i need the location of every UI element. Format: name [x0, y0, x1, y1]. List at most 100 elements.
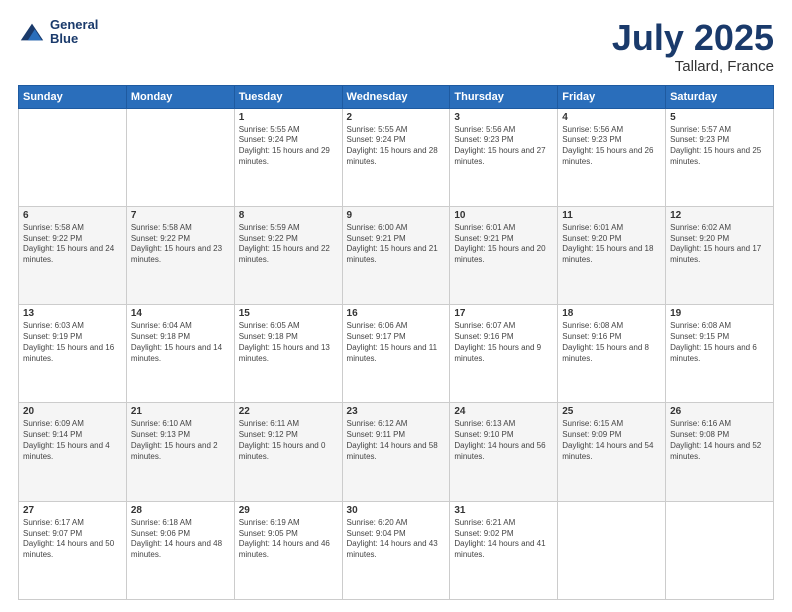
day-number: 22: [239, 406, 338, 417]
calendar-cell: 12 Sunrise: 6:02 AM Sunset: 9:20 PM Dayli…: [666, 206, 774, 304]
calendar-cell: 18 Sunrise: 6:08 AM Sunset: 9:16 PM Dayli…: [558, 305, 666, 403]
day-number: 11: [562, 210, 661, 221]
day-number: 1: [239, 112, 338, 123]
day-number: 10: [454, 210, 553, 221]
cell-content: Sunrise: 6:08 AM Sunset: 9:15 PM Dayligh…: [670, 321, 769, 364]
cell-content: Sunrise: 5:58 AM Sunset: 9:22 PM Dayligh…: [131, 223, 230, 266]
day-number: 27: [23, 505, 122, 516]
title-block: July 2025 Tallard, France: [612, 18, 774, 75]
cell-content: Sunrise: 6:02 AM Sunset: 9:20 PM Dayligh…: [670, 223, 769, 266]
day-number: 26: [670, 406, 769, 417]
day-number: 4: [562, 112, 661, 123]
cell-content: Sunrise: 6:18 AM Sunset: 9:06 PM Dayligh…: [131, 518, 230, 561]
day-number: 3: [454, 112, 553, 123]
calendar-cell: 3 Sunrise: 5:56 AM Sunset: 9:23 PM Daylig…: [450, 108, 558, 206]
day-number: 8: [239, 210, 338, 221]
calendar-cell: 11 Sunrise: 6:01 AM Sunset: 9:20 PM Dayli…: [558, 206, 666, 304]
cell-content: Sunrise: 6:11 AM Sunset: 9:12 PM Dayligh…: [239, 419, 338, 462]
calendar-cell: 21Sunrise: 6:10 AM Sunset: 9:13 PM Dayli…: [126, 403, 234, 501]
cell-content: Sunrise: 6:21 AM Sunset: 9:02 PM Dayligh…: [454, 518, 553, 561]
cell-content: Sunrise: 6:16 AM Sunset: 9:08 PM Dayligh…: [670, 419, 769, 462]
calendar-cell: 2Sunrise: 5:55 AM Sunset: 9:24 PM Daylig…: [342, 108, 450, 206]
cell-content: Sunrise: 6:07 AM Sunset: 9:16 PM Dayligh…: [454, 321, 553, 364]
calendar-cell: 25 Sunrise: 6:15 AM Sunset: 9:09 PM Dayli…: [558, 403, 666, 501]
calendar-cell: 24 Sunrise: 6:13 AM Sunset: 9:10 PM Dayli…: [450, 403, 558, 501]
day-number: 9: [347, 210, 446, 221]
calendar-week-row: 6 Sunrise: 5:58 AM Sunset: 9:22 PM Daylig…: [19, 206, 774, 304]
calendar-cell: 26 Sunrise: 6:16 AM Sunset: 9:08 PM Dayli…: [666, 403, 774, 501]
day-number: 13: [23, 308, 122, 319]
calendar-cell: 10 Sunrise: 6:01 AM Sunset: 9:21 PM Dayli…: [450, 206, 558, 304]
day-number: 19: [670, 308, 769, 319]
cell-content: Sunrise: 6:05 AM Sunset: 9:18 PM Dayligh…: [239, 321, 338, 364]
calendar-cell: [19, 108, 127, 206]
cell-content: Sunrise: 6:15 AM Sunset: 9:09 PM Dayligh…: [562, 419, 661, 462]
day-number: 23: [347, 406, 446, 417]
logo-line1: General: [50, 18, 98, 32]
calendar-cell: 5Sunrise: 5:57 AM Sunset: 9:23 PM Daylig…: [666, 108, 774, 206]
weekday-header: Sunday: [19, 85, 127, 108]
cell-content: Sunrise: 5:58 AM Sunset: 9:22 PM Dayligh…: [23, 223, 122, 266]
day-number: 29: [239, 505, 338, 516]
day-number: 31: [454, 505, 553, 516]
cell-content: Sunrise: 6:13 AM Sunset: 9:10 PM Dayligh…: [454, 419, 553, 462]
calendar-week-row: 20Sunrise: 6:09 AM Sunset: 9:14 PM Dayli…: [19, 403, 774, 501]
cell-content: Sunrise: 6:01 AM Sunset: 9:20 PM Dayligh…: [562, 223, 661, 266]
logo-line2: Blue: [50, 32, 98, 46]
calendar-cell: 31 Sunrise: 6:21 AM Sunset: 9:02 PM Dayli…: [450, 501, 558, 599]
day-number: 15: [239, 308, 338, 319]
day-number: 7: [131, 210, 230, 221]
calendar-cell: 4Sunrise: 5:56 AM Sunset: 9:23 PM Daylig…: [558, 108, 666, 206]
calendar-cell: 1 Sunrise: 5:55 AM Sunset: 9:24 PM Daylig…: [234, 108, 342, 206]
logo: General Blue: [18, 18, 98, 47]
calendar-cell: 17Sunrise: 6:07 AM Sunset: 9:16 PM Dayli…: [450, 305, 558, 403]
calendar-cell: 19 Sunrise: 6:08 AM Sunset: 9:15 PM Dayli…: [666, 305, 774, 403]
cell-content: Sunrise: 5:57 AM Sunset: 9:23 PM Dayligh…: [670, 125, 769, 168]
cell-content: Sunrise: 5:55 AM Sunset: 9:24 PM Dayligh…: [239, 125, 338, 168]
calendar-cell: [126, 108, 234, 206]
day-number: 16: [347, 308, 446, 319]
cell-content: Sunrise: 6:01 AM Sunset: 9:21 PM Dayligh…: [454, 223, 553, 266]
day-number: 20: [23, 406, 122, 417]
cell-content: Sunrise: 6:12 AM Sunset: 9:11 PM Dayligh…: [347, 419, 446, 462]
cell-content: Sunrise: 6:04 AM Sunset: 9:18 PM Dayligh…: [131, 321, 230, 364]
subtitle: Tallard, France: [612, 58, 774, 75]
calendar-cell: 28Sunrise: 6:18 AM Sunset: 9:06 PM Dayli…: [126, 501, 234, 599]
day-number: 21: [131, 406, 230, 417]
cell-content: Sunrise: 6:06 AM Sunset: 9:17 PM Dayligh…: [347, 321, 446, 364]
weekday-header: Wednesday: [342, 85, 450, 108]
calendar-cell: 30Sunrise: 6:20 AM Sunset: 9:04 PM Dayli…: [342, 501, 450, 599]
logo-text: General Blue: [50, 18, 98, 47]
header: General Blue July 2025 Tallard, France: [18, 18, 774, 75]
calendar-week-row: 13Sunrise: 6:03 AM Sunset: 9:19 PM Dayli…: [19, 305, 774, 403]
calendar-cell: 14 Sunrise: 6:04 AM Sunset: 9:18 PM Dayli…: [126, 305, 234, 403]
cell-content: Sunrise: 6:08 AM Sunset: 9:16 PM Dayligh…: [562, 321, 661, 364]
cell-content: Sunrise: 5:59 AM Sunset: 9:22 PM Dayligh…: [239, 223, 338, 266]
main-title: July 2025: [612, 18, 774, 58]
calendar-cell: 22 Sunrise: 6:11 AM Sunset: 9:12 PM Dayli…: [234, 403, 342, 501]
calendar: SundayMondayTuesdayWednesdayThursdayFrid…: [18, 85, 774, 600]
logo-icon: [18, 18, 46, 46]
weekday-header: Tuesday: [234, 85, 342, 108]
day-number: 14: [131, 308, 230, 319]
cell-content: Sunrise: 5:56 AM Sunset: 9:23 PM Dayligh…: [454, 125, 553, 168]
calendar-week-row: 1 Sunrise: 5:55 AM Sunset: 9:24 PM Daylig…: [19, 108, 774, 206]
calendar-cell: 8 Sunrise: 5:59 AM Sunset: 9:22 PM Daylig…: [234, 206, 342, 304]
calendar-cell: 15 Sunrise: 6:05 AM Sunset: 9:18 PM Dayli…: [234, 305, 342, 403]
cell-content: Sunrise: 5:55 AM Sunset: 9:24 PM Dayligh…: [347, 125, 446, 168]
calendar-cell: 13Sunrise: 6:03 AM Sunset: 9:19 PM Dayli…: [19, 305, 127, 403]
weekday-header: Monday: [126, 85, 234, 108]
weekday-header: Friday: [558, 85, 666, 108]
calendar-cell: 7 Sunrise: 5:58 AM Sunset: 9:22 PM Daylig…: [126, 206, 234, 304]
calendar-cell: 20Sunrise: 6:09 AM Sunset: 9:14 PM Dayli…: [19, 403, 127, 501]
calendar-cell: 27Sunrise: 6:17 AM Sunset: 9:07 PM Dayli…: [19, 501, 127, 599]
day-number: 24: [454, 406, 553, 417]
day-number: 12: [670, 210, 769, 221]
calendar-header-row: SundayMondayTuesdayWednesdayThursdayFrid…: [19, 85, 774, 108]
calendar-week-row: 27Sunrise: 6:17 AM Sunset: 9:07 PM Dayli…: [19, 501, 774, 599]
day-number: 25: [562, 406, 661, 417]
day-number: 6: [23, 210, 122, 221]
calendar-cell: [666, 501, 774, 599]
page: General Blue July 2025 Tallard, France S…: [0, 0, 792, 612]
day-number: 18: [562, 308, 661, 319]
